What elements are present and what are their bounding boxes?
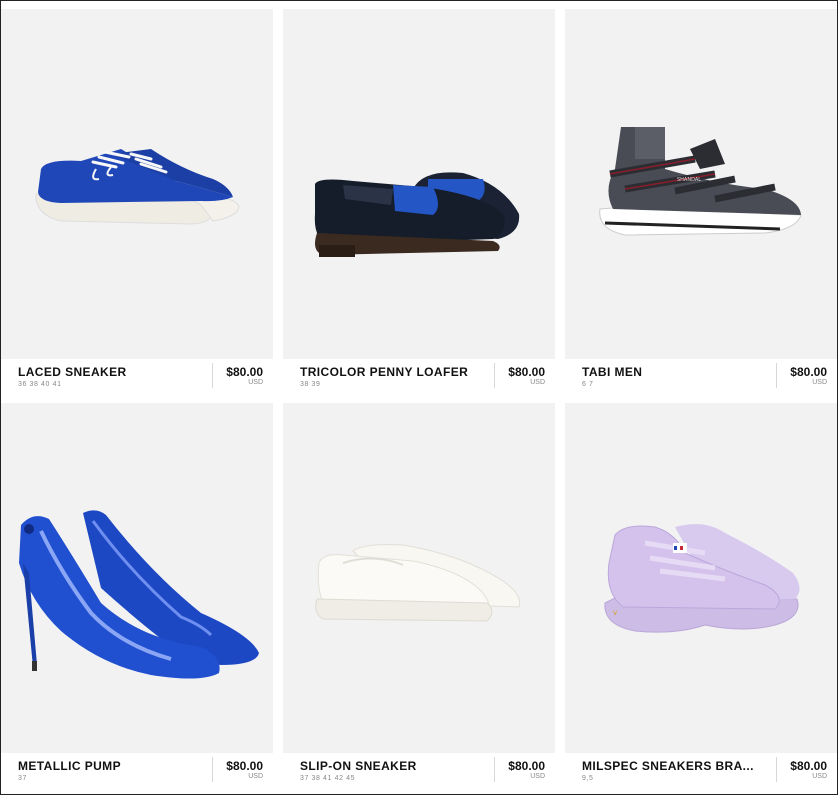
product-card[interactable]: METALLIC PUMP 37 $80.00 USD [1, 403, 273, 787]
product-grid: LACED SNEAKER 36 38 40 41 $80.00 USD TRI… [1, 9, 837, 793]
currency-label: USD [530, 379, 545, 386]
product-info: LACED SNEAKER 36 38 40 41 $80.00 USD [1, 359, 273, 393]
product-price: $80.00 [226, 365, 263, 379]
svg-text:SHANDAL: SHANDAL [677, 177, 701, 183]
product-info: TRICOLOR PENNY LOAFER 38 39 $80.00 USD [283, 359, 555, 393]
product-sizes: 37 38 41 42 45 [300, 775, 356, 782]
product-sizes: 38 39 [300, 381, 321, 388]
blue-sneaker-image[interactable] [1, 9, 273, 359]
product-info: TABI MEN 6 7 $80.00 USD [565, 359, 837, 393]
product-info: SLIP-ON SNEAKER 37 38 41 42 45 $80.00 US… [283, 753, 555, 787]
divider [212, 363, 213, 388]
product-name[interactable]: MILSPEC SNEAKERS BRA... [582, 759, 754, 773]
divider [494, 757, 495, 782]
product-name[interactable]: SLIP-ON SNEAKER [300, 759, 417, 773]
product-sizes: 37 [18, 775, 27, 782]
currency-label: USD [248, 379, 263, 386]
lilac-sneaker-image[interactable]: V [565, 403, 837, 753]
product-sizes: 36 38 40 41 [18, 381, 62, 388]
currency-label: USD [812, 379, 827, 386]
product-price: $80.00 [790, 365, 827, 379]
product-card[interactable]: TRICOLOR PENNY LOAFER 38 39 $80.00 USD [283, 9, 555, 393]
product-price: $80.00 [790, 759, 827, 773]
divider [494, 363, 495, 388]
product-name[interactable]: METALLIC PUMP [18, 759, 121, 773]
product-card[interactable]: V MILSPEC SNEAKERS BRA... 9,5 $80.00 USD [565, 403, 837, 787]
product-price: $80.00 [226, 759, 263, 773]
currency-label: USD [248, 773, 263, 780]
product-info: MILSPEC SNEAKERS BRA... 9,5 $80.00 USD [565, 753, 837, 787]
product-card[interactable]: SLIP-ON SNEAKER 37 38 41 42 45 $80.00 US… [283, 403, 555, 787]
divider [776, 363, 777, 388]
product-sizes: 6 7 [582, 381, 594, 388]
penny-loafer-image[interactable] [283, 9, 555, 359]
product-name[interactable]: LACED SNEAKER [18, 365, 127, 379]
product-name[interactable]: TABI MEN [582, 365, 642, 379]
slip-on-sneaker-image[interactable] [283, 403, 555, 753]
tabi-sandal-image[interactable]: SHANDAL [565, 9, 837, 359]
product-name[interactable]: TRICOLOR PENNY LOAFER [300, 365, 468, 379]
divider [776, 757, 777, 782]
product-sizes: 9,5 [582, 775, 594, 782]
product-card[interactable]: LACED SNEAKER 36 38 40 41 $80.00 USD [1, 9, 273, 393]
divider [212, 757, 213, 782]
currency-label: USD [812, 773, 827, 780]
product-card[interactable]: SHANDAL TABI MEN 6 7 $80.00 USD [565, 9, 837, 393]
product-price: $80.00 [508, 759, 545, 773]
product-price: $80.00 [508, 365, 545, 379]
currency-label: USD [530, 773, 545, 780]
product-info: METALLIC PUMP 37 $80.00 USD [1, 753, 273, 787]
metallic-pump-image[interactable] [1, 403, 273, 753]
